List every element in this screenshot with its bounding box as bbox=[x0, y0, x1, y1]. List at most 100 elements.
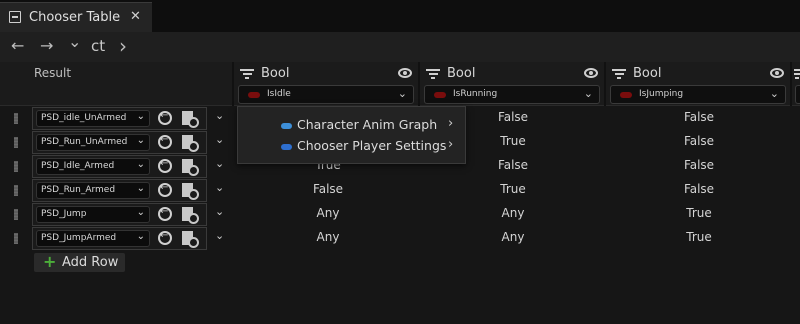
cell-isrunning[interactable]: True bbox=[473, 182, 553, 196]
asset-name: PSD_Idle_Armed bbox=[41, 161, 115, 171]
use-selected-asset-icon[interactable] bbox=[158, 230, 172, 245]
bool-pin-icon bbox=[434, 92, 446, 98]
result-column-label: Result bbox=[34, 66, 72, 80]
use-selected-asset-icon[interactable] bbox=[158, 134, 172, 149]
drag-handle-icon[interactable] bbox=[14, 113, 18, 124]
back-arrow-icon[interactable]: ← bbox=[11, 36, 24, 55]
breadcrumb-next-icon[interactable]: › bbox=[119, 34, 127, 58]
submenu-arrow-icon: › bbox=[448, 137, 454, 152]
parameter-select-partial[interactable] bbox=[795, 85, 800, 104]
row-menu-chevron-icon[interactable]: ⌄ bbox=[215, 157, 224, 170]
parameter-select-isjumping[interactable]: IsJumping ⌄ bbox=[610, 85, 786, 104]
column-header-isrunning: Bool IsRunning ⌄ bbox=[420, 62, 604, 106]
cell-isjumping[interactable]: True bbox=[659, 206, 739, 220]
result-cell: PSD_idle_UnArmed ⌄ bbox=[32, 107, 207, 130]
eye-icon[interactable] bbox=[770, 68, 784, 78]
asset-name: PSD_Run_Armed bbox=[41, 185, 116, 195]
cell-isrunning[interactable]: False bbox=[473, 110, 553, 124]
row-menu-chevron-icon[interactable]: ⌄ bbox=[215, 181, 224, 194]
tab-title: Chooser Table bbox=[29, 10, 121, 25]
use-selected-asset-icon[interactable] bbox=[158, 158, 172, 173]
row-menu-chevron-icon[interactable]: ⌄ bbox=[215, 109, 224, 122]
cell-isjumping[interactable]: False bbox=[659, 134, 739, 148]
asset-name: PSD_idle_UnArmed bbox=[41, 113, 127, 123]
cell-isidle[interactable]: False bbox=[288, 182, 368, 196]
use-selected-asset-icon[interactable] bbox=[158, 206, 172, 221]
cell-isjumping[interactable]: True bbox=[659, 230, 739, 244]
chevron-down-icon: ⌄ bbox=[136, 231, 145, 242]
browse-to-asset-icon[interactable] bbox=[182, 111, 199, 128]
parameter-name: IsIdle bbox=[267, 89, 291, 99]
row-menu-chevron-icon[interactable]: ⌄ bbox=[215, 205, 224, 218]
asset-select[interactable]: PSD_idle_UnArmed ⌄ bbox=[36, 110, 150, 127]
cell-isrunning[interactable]: False bbox=[473, 158, 553, 172]
cell-isrunning[interactable]: Any bbox=[473, 206, 553, 220]
drag-handle-icon[interactable] bbox=[14, 233, 18, 244]
asset-select[interactable]: PSD_Idle_Armed ⌄ bbox=[36, 158, 150, 175]
menu-item-label: Chooser Player Settings bbox=[297, 138, 447, 153]
chevron-down-icon: ⌄ bbox=[136, 183, 145, 194]
eye-icon[interactable] bbox=[398, 68, 412, 78]
add-row-button[interactable]: + Add Row bbox=[34, 252, 125, 272]
use-selected-asset-icon[interactable] bbox=[158, 182, 172, 197]
close-icon[interactable]: ✕ bbox=[130, 9, 141, 24]
column-header-isidle: Bool IsIdle ⌄ bbox=[234, 62, 418, 106]
cell-isjumping[interactable]: False bbox=[659, 110, 739, 124]
forward-arrow-icon[interactable]: → bbox=[40, 36, 53, 55]
struct-pin-icon bbox=[281, 144, 292, 150]
drag-handle-icon[interactable] bbox=[14, 185, 18, 196]
row-menu-chevron-icon[interactable]: ⌄ bbox=[215, 133, 224, 146]
column-header-isjumping: Bool IsJumping ⌄ bbox=[606, 62, 790, 106]
parameter-select-isrunning[interactable]: IsRunning ⌄ bbox=[424, 85, 600, 104]
breadcrumb[interactable]: ct bbox=[91, 37, 105, 55]
cell-isidle[interactable]: Any bbox=[288, 206, 368, 220]
chevron-down-icon: ⌄ bbox=[136, 111, 145, 122]
cell-isrunning[interactable]: True bbox=[473, 134, 553, 148]
filter-icon[interactable] bbox=[612, 69, 626, 79]
table-row: PSD_JumpArmed ⌄ ⌄ Any Any True bbox=[0, 226, 800, 250]
tab-chooser-table[interactable]: Chooser Table ✕ bbox=[0, 2, 152, 32]
bool-pin-icon bbox=[620, 92, 632, 98]
use-selected-asset-icon[interactable] bbox=[158, 110, 172, 125]
asset-name: PSD_Jump bbox=[41, 209, 87, 219]
asset-select[interactable]: PSD_Run_UnArmed ⌄ bbox=[36, 134, 150, 151]
asset-select[interactable]: PSD_Run_Armed ⌄ bbox=[36, 182, 150, 199]
menu-item-chooser-player-settings[interactable]: Chooser Player Settings › bbox=[238, 137, 467, 157]
result-cell: PSD_JumpArmed ⌄ bbox=[32, 227, 207, 250]
drag-handle-icon[interactable] bbox=[14, 209, 18, 220]
drag-handle-icon[interactable] bbox=[14, 161, 18, 172]
browse-to-asset-icon[interactable] bbox=[182, 231, 199, 248]
browse-to-asset-icon[interactable] bbox=[182, 183, 199, 200]
browse-to-asset-icon[interactable] bbox=[182, 135, 199, 152]
cell-isjumping[interactable]: False bbox=[659, 182, 739, 196]
asset-select[interactable]: PSD_JumpArmed ⌄ bbox=[36, 230, 150, 247]
table-header: Result Bool IsIdle ⌄ Bool IsRunning ⌄ Bo… bbox=[0, 62, 800, 106]
chevron-down-icon: ⌄ bbox=[583, 87, 593, 100]
tab-bar: Chooser Table ✕ bbox=[0, 0, 800, 32]
drag-handle-icon[interactable] bbox=[14, 137, 18, 148]
browse-to-asset-icon[interactable] bbox=[182, 159, 199, 176]
row-menu-chevron-icon[interactable]: ⌄ bbox=[215, 229, 224, 242]
asset-select[interactable]: PSD_Jump ⌄ bbox=[36, 206, 150, 223]
filter-icon[interactable] bbox=[426, 69, 440, 79]
browse-to-asset-icon[interactable] bbox=[182, 207, 199, 224]
filter-icon[interactable] bbox=[794, 69, 800, 79]
chevron-down-icon: ⌄ bbox=[136, 135, 145, 146]
parameter-select-isidle[interactable]: IsIdle ⌄ bbox=[238, 85, 414, 104]
column-type-label: Bool bbox=[261, 66, 290, 81]
chevron-down-icon: ⌄ bbox=[136, 207, 145, 218]
parameter-dropdown-menu: Character Anim Graph › Chooser Player Se… bbox=[237, 106, 466, 164]
menu-item-character-anim-graph[interactable]: Character Anim Graph › bbox=[238, 116, 467, 136]
plus-icon: + bbox=[43, 252, 57, 271]
cell-isidle[interactable]: Any bbox=[288, 230, 368, 244]
history-chevron-down-icon[interactable]: ⌄ bbox=[68, 32, 81, 51]
eye-icon[interactable] bbox=[584, 68, 598, 78]
cell-isrunning[interactable]: Any bbox=[473, 230, 553, 244]
result-cell: PSD_Jump ⌄ bbox=[32, 203, 207, 226]
column-type-label: Bool bbox=[447, 66, 476, 81]
cell-isjumping[interactable]: False bbox=[659, 158, 739, 172]
asset-name: PSD_JumpArmed bbox=[41, 233, 117, 243]
filter-icon[interactable] bbox=[240, 69, 254, 79]
parameter-name: IsRunning bbox=[453, 89, 498, 99]
chevron-down-icon: ⌄ bbox=[136, 159, 145, 170]
